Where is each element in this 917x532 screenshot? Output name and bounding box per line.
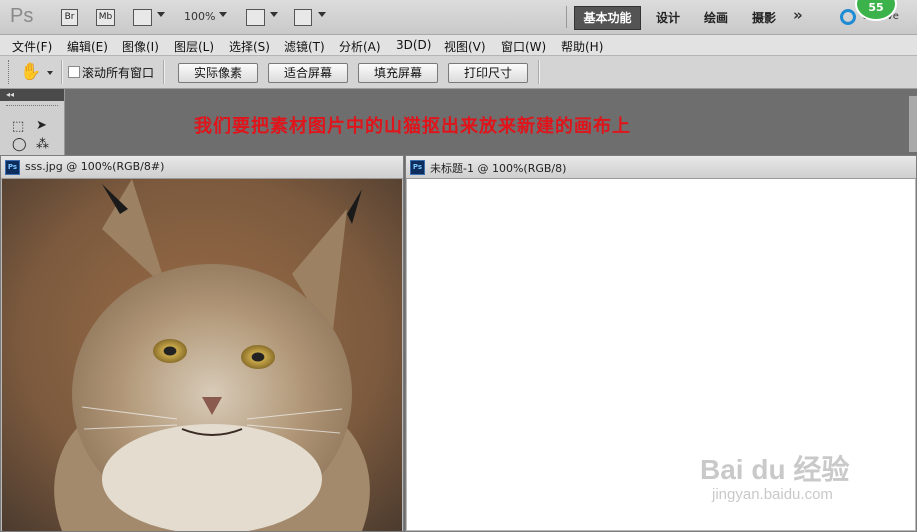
menu-filter[interactable]: 滤镜(T) — [284, 38, 325, 55]
menu-view[interactable]: 视图(V) — [444, 38, 486, 55]
menu-3d[interactable]: 3D(D) — [396, 38, 431, 52]
workspace-essentials-button[interactable]: 基本功能 — [574, 6, 641, 30]
hand-tool-icon[interactable]: ✋ — [20, 62, 41, 82]
scroll-all-windows-checkbox[interactable] — [68, 66, 80, 78]
fill-screen-button[interactable]: 填充屏幕 — [358, 63, 438, 83]
tutorial-caption: 我们要把素材图片中的山猫抠出来放来新建的画布上 — [194, 116, 631, 137]
menu-bar: 文件(F) 编辑(E) 图像(I) 图层(L) 选择(S) 滤镜(T) 分析(A… — [0, 35, 917, 56]
ps-document-icon: Ps — [410, 160, 425, 175]
zoom-dropdown-icon[interactable] — [219, 12, 227, 17]
menu-edit[interactable]: 编辑(E) — [67, 38, 108, 55]
move-tool-icon[interactable]: ➤ — [36, 118, 47, 133]
source-document-tab[interactable]: Ps sss.jpg @ 100%(RGB/8#) — [1, 156, 403, 179]
screen-mode-dropdown-icon[interactable] — [318, 12, 326, 17]
source-document-title: sss.jpg @ 100%(RGB/8#) — [25, 160, 165, 173]
source-document-window[interactable]: Ps sss.jpg @ 100%(RGB/8#) — [0, 155, 404, 532]
lynx-image[interactable] — [2, 179, 402, 531]
tools-panel-grip[interactable] — [6, 105, 58, 108]
tool-preset-dropdown-icon[interactable] — [47, 71, 53, 75]
mini-bridge-icon[interactable]: Mb — [96, 9, 115, 26]
tools-panel: ◂◂ ⬚ ➤ ◯ ⁂ — [0, 89, 65, 159]
options-separator — [163, 60, 165, 84]
target-document-title: 未标题-1 @ 100%(RGB/8) — [430, 162, 567, 175]
baidu-watermark: Bai du 经验 — [700, 454, 850, 485]
marquee-tool-icon[interactable]: ⬚ — [12, 119, 24, 134]
options-separator — [538, 60, 540, 84]
options-separator — [61, 60, 63, 84]
lasso-tool-icon[interactable]: ◯ — [12, 137, 27, 152]
view-extras-dropdown-icon[interactable] — [157, 12, 165, 17]
application-bar: Ps Br Mb 100% 基本功能 设计 绘画 摄影 » CS Live 55 — [0, 0, 917, 35]
scroll-all-windows-label: 滚动所有窗口 — [82, 66, 155, 80]
view-extras-icon[interactable] — [133, 9, 152, 26]
fit-screen-button[interactable]: 适合屏幕 — [268, 63, 348, 83]
arrange-dropdown-icon[interactable] — [270, 12, 278, 17]
workspace-photography-button[interactable]: 摄影 — [752, 9, 776, 26]
arrange-documents-icon[interactable] — [246, 9, 265, 26]
bridge-icon[interactable]: Br — [61, 9, 78, 26]
menu-window[interactable]: 窗口(W) — [501, 38, 546, 55]
menu-layer[interactable]: 图层(L) — [174, 38, 214, 55]
menu-file[interactable]: 文件(F) — [12, 38, 52, 55]
target-document-tab[interactable]: Ps 未标题-1 @ 100%(RGB/8) — [406, 156, 916, 179]
menu-image[interactable]: 图像(I) — [122, 38, 159, 55]
actual-pixels-button[interactable]: 实际像素 — [178, 63, 258, 83]
screen-mode-icon[interactable] — [294, 9, 312, 26]
workspace-separator — [566, 6, 567, 28]
quick-selection-tool-icon[interactable]: ⁂ — [36, 137, 49, 152]
options-bar-grip[interactable] — [8, 60, 12, 84]
panel-scrollbar[interactable] — [909, 96, 917, 152]
workspace-design-button[interactable]: 设计 — [656, 9, 680, 26]
tools-collapse-icon[interactable]: ◂◂ — [0, 89, 64, 101]
more-workspaces-icon[interactable]: » — [793, 6, 803, 24]
print-size-button[interactable]: 打印尺寸 — [448, 63, 528, 83]
options-bar: ✋ 滚动所有窗口 实际像素 适合屏幕 填充屏幕 打印尺寸 — [0, 56, 917, 89]
baidu-watermark-url: jingyan.baidu.com — [712, 486, 833, 503]
menu-analysis[interactable]: 分析(A) — [339, 38, 381, 55]
menu-select[interactable]: 选择(S) — [229, 38, 270, 55]
menu-help[interactable]: 帮助(H) — [561, 38, 603, 55]
zoom-level[interactable]: 100% — [184, 10, 215, 23]
cs-live-icon[interactable] — [840, 9, 856, 25]
ps-document-icon: Ps — [5, 160, 20, 175]
photoshop-logo: Ps — [10, 5, 34, 27]
workspace-painting-button[interactable]: 绘画 — [704, 9, 728, 26]
